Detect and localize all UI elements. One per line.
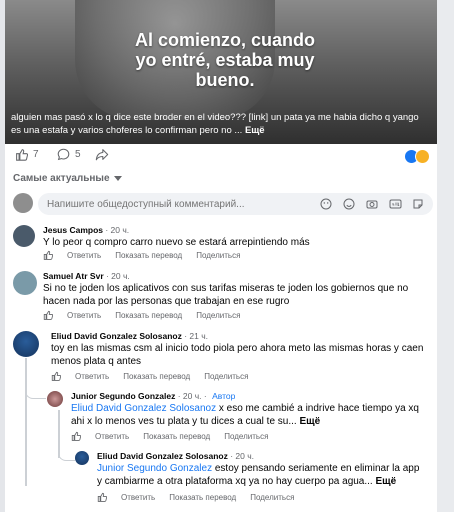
comment-text: Si no te joden los aplicativos con sus t… [43, 283, 409, 307]
comment-text: toy en las mismas csm al inicio todo pio… [51, 343, 424, 367]
sort-label: Самые актуальные [13, 173, 110, 184]
avatar[interactable] [75, 451, 89, 465]
share-link[interactable]: Поделиться [224, 432, 268, 441]
share-link[interactable]: Поделиться [196, 311, 240, 320]
reply-item: Eliud David Gonzalez Solosanoz · 20 ч. J… [75, 451, 435, 489]
share-link[interactable]: Поделиться [196, 251, 240, 260]
composer-tools [319, 197, 425, 211]
comment-time: · 20 ч. [227, 451, 254, 461]
comment-time: · 20 ч. [103, 225, 130, 235]
like-button[interactable]: 7 [15, 148, 39, 161]
comment-author[interactable]: Junior Segundo Gonzalez · 20 ч. · Автор [71, 391, 235, 401]
like-icon[interactable] [43, 310, 53, 320]
comment-item: Samuel Atr Svr · 20 ч. Si no te joden lo… [13, 271, 433, 311]
mention-link[interactable]: Eliud David Gonzalez Solosanoz [71, 403, 216, 414]
reply-link[interactable]: Ответить [95, 432, 129, 441]
translate-link[interactable]: Показать перевод [123, 372, 190, 381]
avatar[interactable] [47, 391, 63, 407]
comment-item: Eliud David Gonzalez Solosanoz · 21 ч. t… [13, 331, 433, 371]
translate-link[interactable]: Показать перевод [115, 251, 182, 260]
comment-author-name[interactable]: Eliud David Gonzalez Solosanoz [51, 331, 182, 341]
comment-time: · 21 ч. [181, 331, 208, 341]
thread-connector [25, 380, 46, 399]
comment-button[interactable]: 5 [57, 148, 81, 161]
comment-author[interactable]: Samuel Atr Svr · 20 ч. [43, 271, 130, 281]
wow-reaction-icon [415, 149, 430, 164]
see-more-link[interactable]: Ещё [376, 476, 397, 487]
comment-time: · 20 ч. [103, 271, 130, 281]
reply-link[interactable]: Ответить [121, 493, 155, 502]
reply-link[interactable]: Ответить [75, 372, 109, 381]
like-icon[interactable] [51, 371, 61, 381]
share-link[interactable]: Поделиться [204, 372, 248, 381]
like-icon[interactable] [71, 431, 81, 441]
comment-composer [13, 193, 433, 215]
author-badge: Автор [212, 391, 236, 401]
thread-line [25, 358, 27, 486]
comment-author-name[interactable]: Jesus Campos [43, 225, 103, 235]
sticker-icon[interactable] [319, 197, 333, 211]
video-player[interactable]: Al comienzo, cuando yo entré, estaba muy… [5, 0, 437, 144]
translate-link[interactable]: Показать перевод [115, 311, 182, 320]
see-more-link[interactable]: Ещё [299, 416, 320, 427]
comment-count: 5 [75, 149, 81, 160]
mention-link[interactable]: Junior Segundo Gonzalez [97, 463, 212, 474]
post-card: Al comienzo, cuando yo entré, estaba muy… [5, 0, 437, 512]
like-icon [16, 149, 28, 161]
translate-link[interactable]: Показать перевод [169, 493, 236, 502]
share-link[interactable]: Поделиться [250, 493, 294, 502]
thread-connector [58, 446, 75, 461]
video-overlay-text: Al comienzo, cuando yo entré, estaba muy… [134, 30, 316, 90]
reply-link[interactable]: Ответить [67, 311, 101, 320]
comment-icon [57, 148, 70, 161]
comment-author[interactable]: Eliud David Gonzalez Solosanoz · 20 ч. [97, 451, 254, 461]
page-background-strip [437, 0, 454, 512]
camera-icon[interactable] [365, 197, 379, 211]
emoji-icon[interactable] [342, 197, 356, 211]
comment-sort-dropdown[interactable]: Самые актуальные [13, 173, 122, 184]
comment-author-name[interactable]: Eliud David Gonzalez Solosanoz [97, 451, 228, 461]
comment-author[interactable]: Jesus Campos · 20 ч. [43, 225, 129, 235]
like-count: 7 [33, 149, 39, 160]
avatar[interactable] [13, 271, 37, 295]
reply-link[interactable]: Ответить [67, 251, 101, 260]
comment-author-name[interactable]: Junior Segundo Gonzalez [71, 391, 175, 401]
comment-text: Eliud David Gonzalez Solosanoz x eso me … [71, 402, 421, 428]
gif-icon[interactable] [388, 197, 402, 211]
share-icon [95, 149, 109, 161]
chevron-down-icon [113, 175, 122, 181]
video-caption-text: alguien mas pasó x lo q dice este broder… [11, 112, 419, 136]
reply-item: Junior Segundo Gonzalez · 20 ч. · Автор … [47, 391, 437, 429]
comment-author-name[interactable]: Samuel Atr Svr [43, 271, 104, 281]
stickers-icon[interactable] [411, 197, 425, 211]
avatar[interactable] [13, 331, 39, 357]
avatar[interactable] [13, 225, 35, 247]
comment-text: Junior Segundo Gonzalez estoy pensando s… [97, 462, 427, 488]
reaction-summary[interactable] [404, 149, 430, 164]
reaction-bar: 7 5 [15, 148, 430, 166]
comment-time: · 20 ч. · [175, 391, 210, 401]
share-button[interactable] [95, 148, 109, 161]
comment-author[interactable]: Eliud David Gonzalez Solosanoz · 21 ч. [51, 331, 208, 341]
video-caption: alguien mas pasó x lo q dice este broder… [11, 111, 421, 137]
video-caption-more-link[interactable]: Ещё [245, 125, 265, 136]
current-user-avatar [13, 193, 33, 213]
translate-link[interactable]: Показать перевод [143, 432, 210, 441]
like-icon[interactable] [43, 250, 53, 260]
comment-text: Y lo peor q compro carro nuevo se estará… [43, 237, 310, 248]
like-icon[interactable] [97, 492, 107, 502]
